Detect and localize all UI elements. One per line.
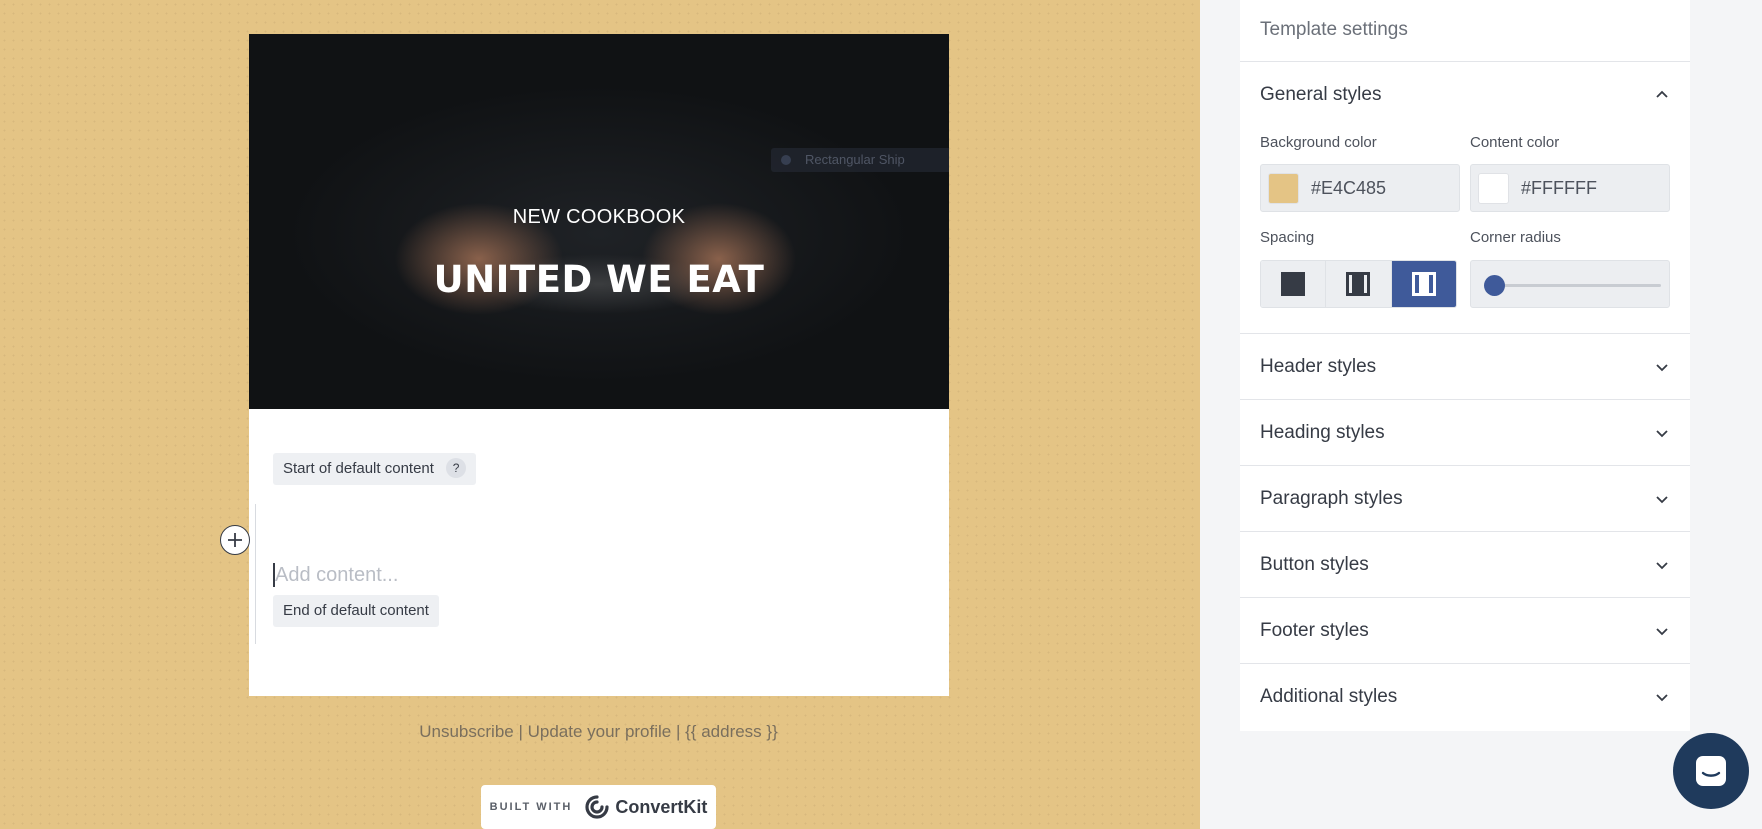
- chevron-down-icon: [1656, 694, 1668, 702]
- slider-thumb[interactable]: [1484, 275, 1505, 296]
- section-general-styles[interactable]: General styles: [1240, 62, 1690, 128]
- spacing-wide-icon: [1411, 272, 1436, 296]
- content-color-field[interactable]: #FFFFFF: [1470, 164, 1670, 212]
- chat-icon: [1696, 756, 1726, 786]
- convertkit-brand-name: ConvertKit: [615, 796, 708, 817]
- hero-eyebrow[interactable]: NEW COOKBOOK: [249, 206, 949, 229]
- section-label: Button styles: [1260, 553, 1369, 575]
- chevron-down-icon: [1656, 627, 1668, 635]
- section-label: General styles: [1260, 84, 1382, 105]
- start-default-content-marker: Start of default content ?: [273, 453, 477, 485]
- content-color-value: #FFFFFF: [1521, 177, 1597, 198]
- section-label: Additional styles: [1260, 686, 1398, 707]
- spacing-label: Spacing: [1260, 229, 1315, 246]
- chat-launcher-button[interactable]: [1673, 733, 1749, 809]
- footer-separator: |: [513, 722, 528, 741]
- section-header-styles[interactable]: Header styles: [1240, 334, 1690, 400]
- general-styles-body: Background color #E4C485 Content color #…: [1240, 128, 1690, 334]
- convertkit-logo-icon: [585, 795, 609, 819]
- chevron-down-icon: [1656, 561, 1668, 569]
- update-profile-link[interactable]: Update your profile: [528, 722, 672, 741]
- chevron-up-icon: [1656, 90, 1668, 98]
- section-heading-styles[interactable]: Heading styles: [1240, 400, 1690, 466]
- corner-radius-label: Corner radius: [1470, 229, 1561, 246]
- corner-radius-slider[interactable]: [1470, 260, 1670, 308]
- spacing-none-icon: [1281, 272, 1306, 296]
- convertkit-brand: ConvertKit: [584, 794, 707, 820]
- section-footer-styles[interactable]: Footer styles: [1240, 598, 1690, 664]
- hero-title[interactable]: UNITED WE EAT: [249, 258, 949, 301]
- unsubscribe-link[interactable]: Unsubscribe: [419, 722, 514, 741]
- add-block-plus-icon[interactable]: [220, 525, 250, 555]
- drag-ghost-chip: Rectangular Ship: [771, 148, 949, 172]
- content-color-label: Content color: [1470, 134, 1560, 151]
- email-canvas: Rectangular Ship NEW COOKBOOK UNITED WE …: [0, 0, 1200, 829]
- slider-track[interactable]: [1493, 284, 1661, 287]
- section-paragraph-styles[interactable]: Paragraph styles: [1240, 466, 1690, 532]
- background-color-field[interactable]: #E4C485: [1260, 164, 1460, 212]
- address-placeholder: {{ address }}: [685, 722, 778, 741]
- spacing-wide-button[interactable]: [1391, 261, 1456, 307]
- email-footer-links: Unsubscribe | Update your profile | {{ a…: [0, 722, 1197, 742]
- end-default-content-marker: End of default content: [273, 595, 439, 627]
- spacing-medium-button[interactable]: [1326, 261, 1392, 307]
- section-label: Footer styles: [1260, 619, 1369, 641]
- background-color-value: #E4C485: [1311, 177, 1387, 198]
- spacing-none-button[interactable]: [1261, 261, 1327, 307]
- footer-separator: |: [671, 722, 686, 741]
- panel-title: Template settings: [1240, 0, 1690, 62]
- section-label: Paragraph styles: [1260, 487, 1403, 509]
- chevron-down-icon: [1656, 429, 1668, 437]
- section-label: Heading styles: [1260, 421, 1385, 443]
- section-button-styles[interactable]: Button styles: [1240, 532, 1690, 598]
- spacing-medium-icon: [1346, 272, 1371, 296]
- template-settings-panel: Template settings General styles Backgro…: [1240, 0, 1690, 731]
- add-content-input[interactable]: Add content...: [273, 555, 873, 595]
- chevron-down-icon: [1656, 363, 1668, 371]
- help-icon[interactable]: ?: [446, 458, 467, 478]
- built-with-label: BUILT WITH: [489, 801, 573, 813]
- chevron-down-icon: [1656, 495, 1668, 503]
- section-additional-styles[interactable]: Additional styles: [1240, 664, 1690, 730]
- background-color-label: Background color: [1260, 134, 1377, 151]
- spacing-toggle-group: [1260, 260, 1457, 308]
- built-with-convertkit-badge[interactable]: BUILT WITH ConvertKit: [481, 785, 716, 829]
- start-marker-label: Start of default content: [283, 460, 434, 477]
- email-content-card: Rectangular Ship NEW COOKBOOK UNITED WE …: [249, 34, 949, 696]
- end-marker-label: End of default content: [283, 602, 429, 619]
- section-label: Header styles: [1260, 355, 1377, 377]
- hero-image[interactable]: Rectangular Ship NEW COOKBOOK UNITED WE …: [249, 34, 949, 409]
- content-color-swatch[interactable]: [1478, 172, 1509, 204]
- background-color-swatch[interactable]: [1268, 172, 1299, 204]
- content-bracket-line: [255, 504, 257, 644]
